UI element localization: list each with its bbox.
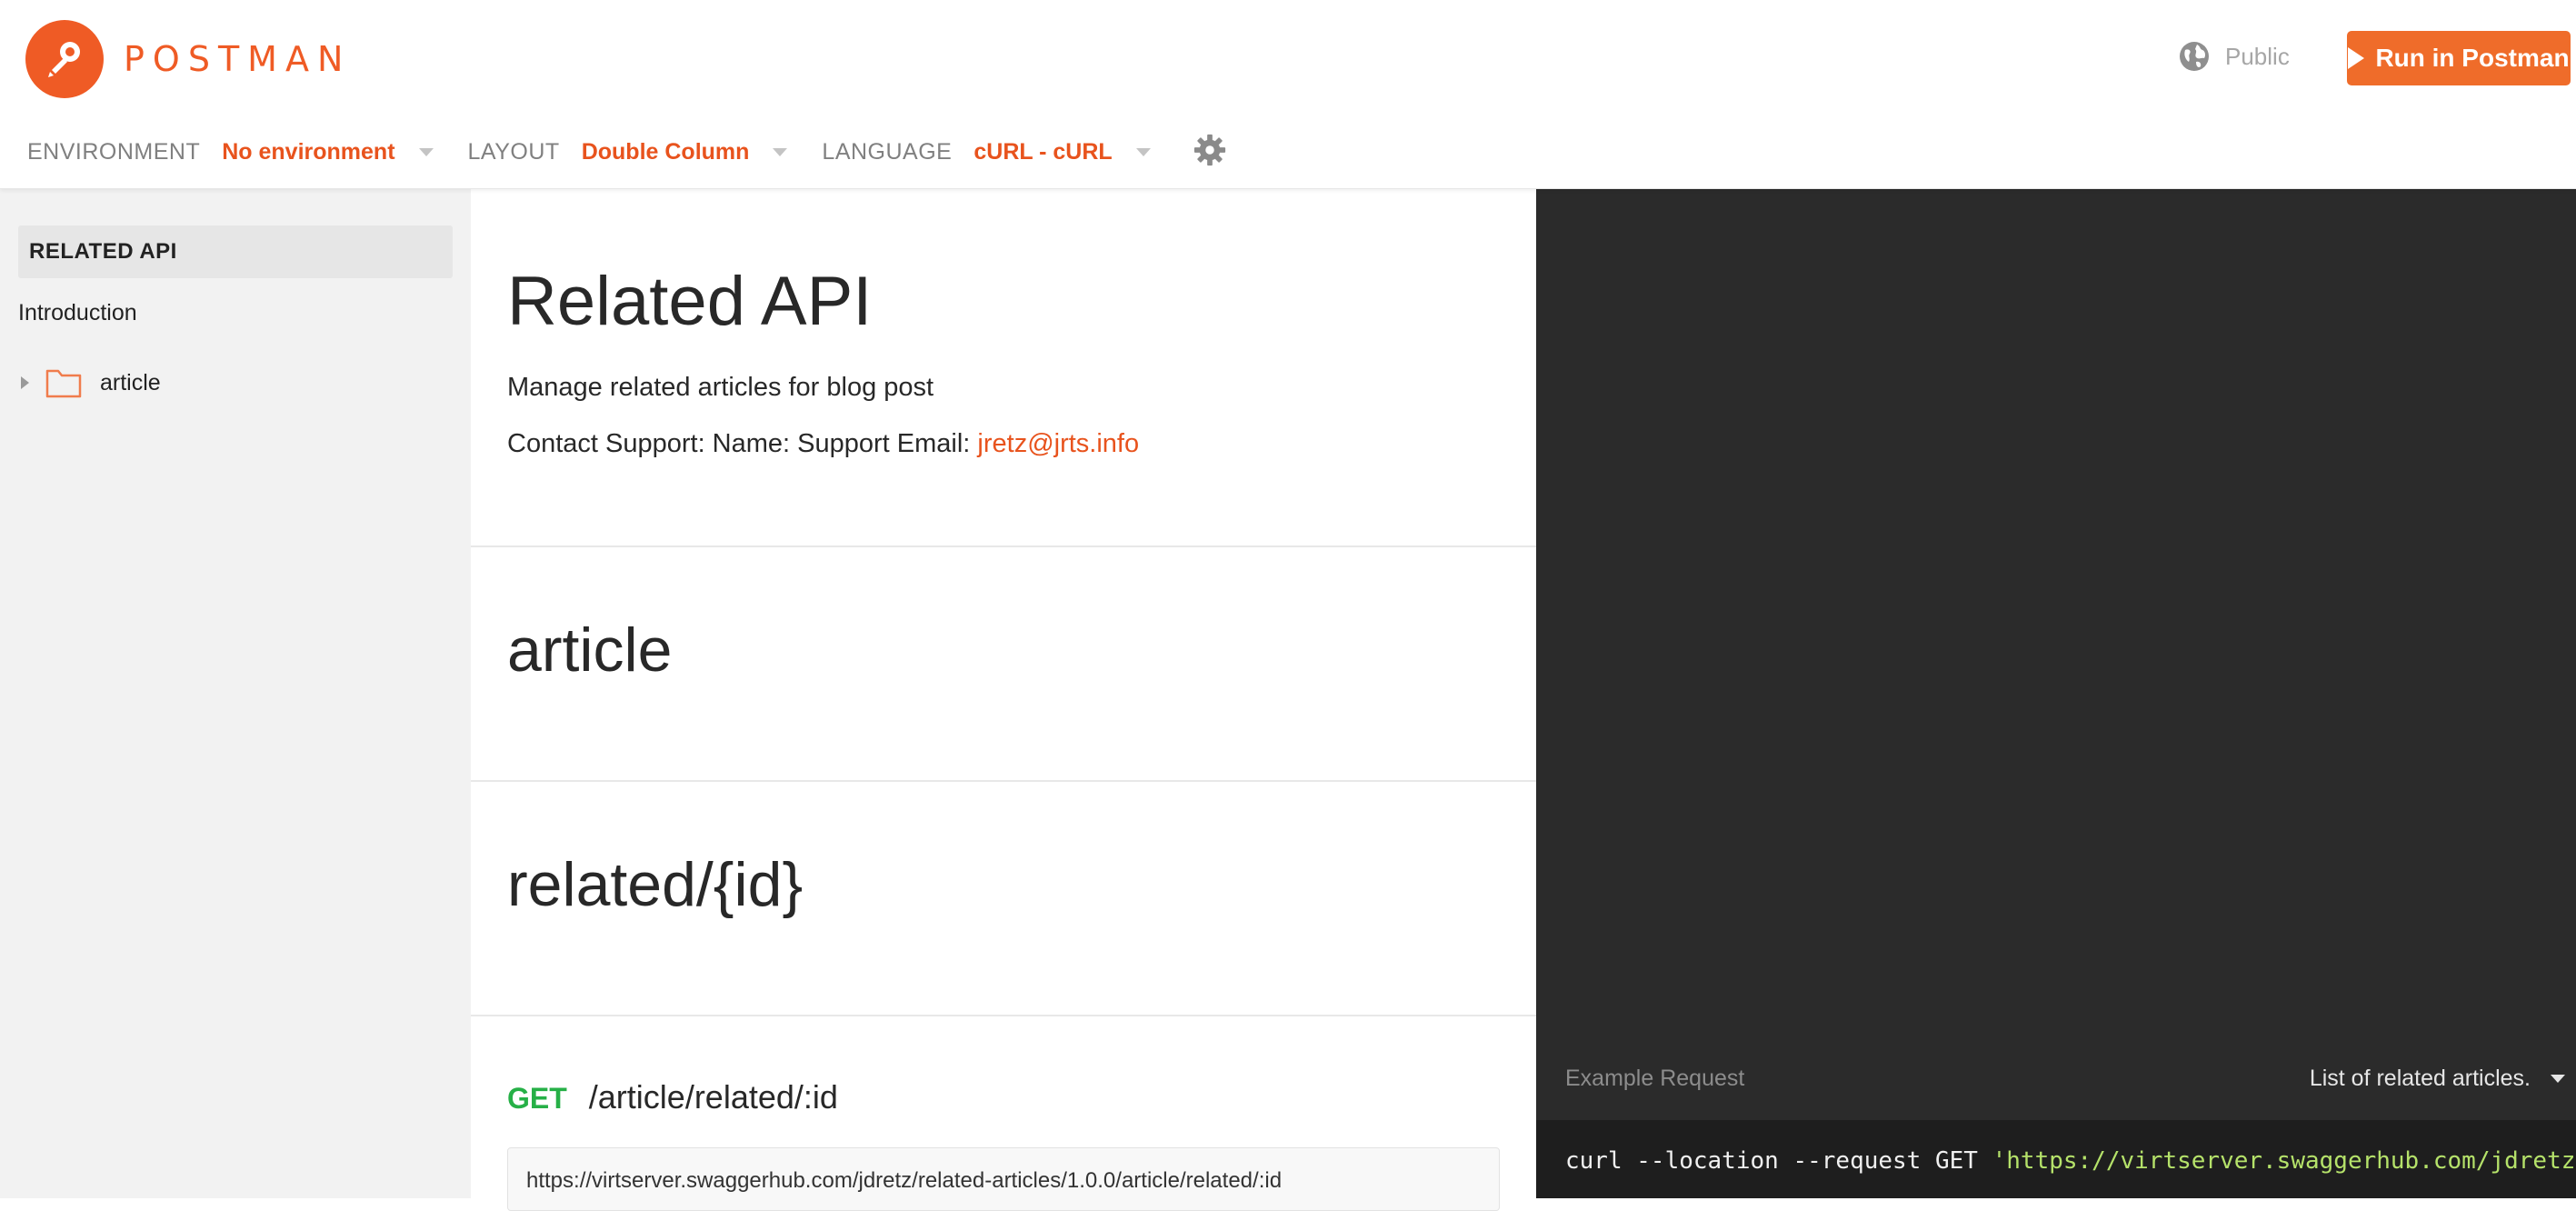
request-url[interactable]: https://virtserver.swaggerhub.com/jdretz…: [507, 1147, 1500, 1211]
layout-label: LAYOUT: [467, 138, 560, 165]
chevron-down-icon: [2551, 1075, 2565, 1083]
endpoint-section: related/{id}: [471, 782, 1536, 1016]
intro-section: Related API Manage related articles for …: [471, 189, 1536, 547]
example-request-label: Example Request: [1565, 1066, 1745, 1091]
sidebar-item-related-api[interactable]: RELATED API: [18, 225, 453, 278]
contact-support: Contact Support: Name: Support Email: jr…: [507, 429, 1139, 459]
folder-heading: article: [507, 616, 673, 685]
globe-icon: [2180, 42, 2209, 71]
language-label: LANGUAGE: [822, 138, 953, 165]
example-select[interactable]: List of related articles.: [2310, 1066, 2565, 1092]
language-select[interactable]: cURL - cURL: [973, 139, 1112, 165]
example-panel: Example Request List of related articles…: [1536, 189, 2576, 1198]
code-snippet[interactable]: curl --location --request GET 'https://v…: [1536, 1120, 2576, 1198]
api-description: Manage related articles for blog post: [507, 373, 934, 402]
request-path: /article/related/:id: [588, 1078, 838, 1116]
play-icon: [2348, 47, 2365, 69]
caret-right-icon[interactable]: [21, 376, 29, 389]
visibility-indicator: Public: [2178, 40, 2290, 73]
sidebar-item-introduction[interactable]: Introduction: [18, 300, 137, 326]
folder-section: article: [471, 547, 1536, 782]
sidebar: RELATED API Introduction article: [0, 189, 471, 1198]
chevron-down-icon[interactable]: [1135, 147, 1151, 156]
sidebar-item-article[interactable]: article: [18, 367, 161, 398]
visibility-label: Public: [2225, 42, 2290, 70]
contact-email-link[interactable]: jretz@jrts.info: [977, 429, 1139, 458]
method-badge: GET: [507, 1082, 567, 1115]
doc-toolbar: ENVIRONMENT No environment LAYOUT Double…: [27, 133, 1227, 167]
chevron-down-icon[interactable]: [418, 147, 434, 156]
chevron-down-icon[interactable]: [773, 147, 788, 156]
request-line: GET /article/related/:id: [507, 1078, 838, 1116]
environment-label: ENVIRONMENT: [27, 138, 201, 165]
example-select-value: List of related articles.: [2309, 1066, 2531, 1091]
top-header: POSTMAN Public Run in Postman ENVIRONMEN…: [0, 0, 2576, 189]
page-title: Related API: [507, 263, 873, 340]
logo-text: POSTMAN: [124, 39, 352, 79]
endpoint-heading: related/{id}: [507, 850, 804, 919]
documentation-content: Related API Manage related articles for …: [471, 189, 1536, 1211]
gear-icon[interactable]: [1193, 133, 1227, 167]
code-command: curl --location --request GET: [1565, 1147, 1992, 1175]
folder-icon: [45, 369, 82, 398]
postman-logo[interactable]: POSTMAN: [25, 20, 351, 98]
contact-prefix: Contact Support: Name: Support Email:: [507, 429, 978, 458]
code-url: 'https://virtserver.swaggerhub.com/jdret…: [1992, 1147, 2576, 1175]
sidebar-item-label: article: [100, 369, 161, 395]
example-bar: Example Request List of related articles…: [1536, 1047, 2576, 1120]
layout-select[interactable]: Double Column: [582, 139, 750, 165]
run-button-label: Run in Postman: [2375, 44, 2570, 72]
run-in-postman-button[interactable]: Run in Postman: [2347, 31, 2571, 85]
environment-select[interactable]: No environment: [222, 139, 394, 165]
postman-logo-icon: [25, 20, 104, 98]
